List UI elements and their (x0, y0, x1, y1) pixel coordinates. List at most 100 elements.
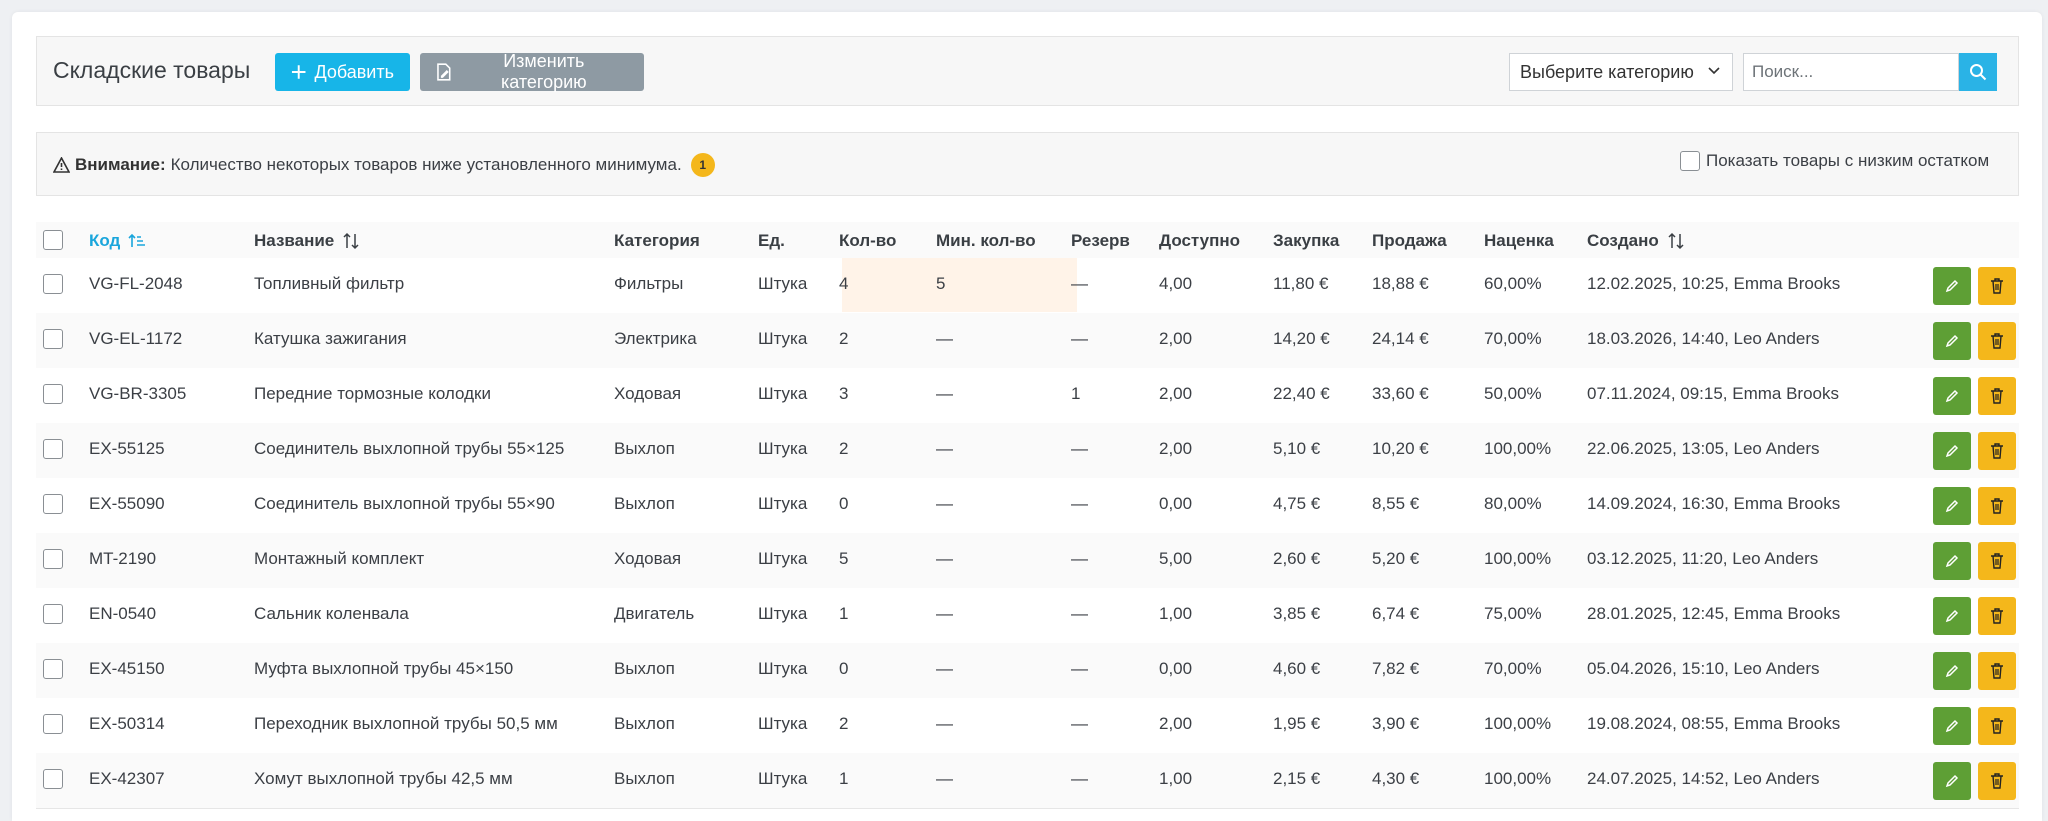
col-min-qty[interactable]: Мин. кол-во (936, 231, 1036, 251)
alert-message: Количество некоторых товаров ниже устано… (170, 155, 682, 174)
edit-button[interactable] (1933, 707, 1971, 745)
table-row[interactable]: VG-BR-3305 Передние тормозные колодки Ходо… (36, 368, 2019, 424)
table-row[interactable]: EX-55125 Соединитель выхлопной трубы 55×1… (36, 423, 2019, 479)
edit-button[interactable] (1933, 267, 1971, 305)
row-checkbox[interactable] (43, 384, 63, 404)
col-purchase[interactable]: Закупка (1273, 231, 1339, 251)
edit-button[interactable] (1933, 377, 1971, 415)
cell-name: Сальник коленвала (254, 604, 409, 623)
col-sale-label: Продажа (1372, 231, 1447, 250)
col-category[interactable]: Категория (614, 231, 700, 251)
table-row[interactable]: EX-45150 Муфта выхлопной трубы 45×150 Выхл… (36, 643, 2019, 699)
col-code[interactable]: Код (89, 231, 146, 251)
select-all-checkbox[interactable] (43, 230, 63, 250)
delete-button[interactable] (1978, 542, 2016, 580)
row-checkbox[interactable] (43, 604, 63, 624)
delete-button[interactable] (1978, 597, 2016, 635)
row-checkbox[interactable] (43, 549, 63, 569)
table-row[interactable]: EX-55090 Соединитель выхлопной трубы 55×9… (36, 478, 2019, 534)
cell-available: 2,00 (1159, 439, 1193, 458)
table-row[interactable]: VG-EL-1172 Катушка зажигания Электрика Штук… (36, 313, 2019, 369)
pencil-icon (1945, 389, 1959, 403)
table-row[interactable]: EX-42307 Хомут выхлопной трубы 42,5 мм Вых… (36, 753, 2019, 809)
cell-qty: 1 (839, 769, 849, 788)
delete-button[interactable] (1978, 377, 2016, 415)
delete-button[interactable] (1978, 267, 2016, 305)
cell-sale: 18,88 € (1372, 274, 1429, 293)
pencil-icon (1945, 609, 1959, 623)
cell-unit: Штука (758, 659, 808, 678)
edit-button[interactable] (1933, 487, 1971, 525)
trash-icon (1991, 443, 2003, 459)
cell-available: 5,00 (1159, 549, 1193, 568)
delete-button[interactable] (1978, 762, 2016, 800)
col-markup[interactable]: Наценка (1484, 231, 1554, 251)
col-unit[interactable]: Ед. (758, 231, 785, 251)
cell-sale: 8,55 € (1372, 494, 1420, 513)
change-category-button[interactable]: Изменить категорию (420, 51, 644, 92)
col-sale[interactable]: Продажа (1372, 231, 1447, 251)
cell-category: Ходовая (614, 384, 682, 403)
table-row[interactable]: VG-FL-2048 Топливный фильтр Фильтры Штука 4 5… (36, 258, 2019, 314)
row-checkbox[interactable] (43, 329, 63, 349)
table-row[interactable]: EN-0540 Сальник коленвала Двигатель Штука 1 —… (36, 588, 2019, 644)
cell-available: 2,00 (1159, 329, 1193, 348)
row-checkbox[interactable] (43, 769, 63, 789)
col-name[interactable]: Название (254, 231, 360, 251)
cell-sale: 24,14 € (1372, 329, 1429, 348)
low-stock-checkbox[interactable] (1680, 151, 1700, 171)
row-checkbox[interactable] (43, 494, 63, 514)
cell-name: Монтажный комплект (254, 549, 425, 568)
col-reserve[interactable]: Резерв (1071, 231, 1130, 251)
cell-unit: Штука (758, 769, 808, 788)
cell-available: 1,00 (1159, 604, 1193, 623)
row-checkbox[interactable] (43, 659, 63, 679)
delete-button[interactable] (1978, 707, 2016, 745)
delete-button[interactable] (1978, 652, 2016, 690)
col-available[interactable]: Доступно (1159, 231, 1240, 251)
cell-markup: 100,00% (1484, 439, 1552, 458)
edit-button[interactable] (1933, 597, 1971, 635)
delete-button[interactable] (1978, 487, 2016, 525)
edit-button[interactable] (1933, 652, 1971, 690)
table-row[interactable]: MT-2190 Монтажный комплект Ходовая Штука 5 — —… (36, 533, 2019, 589)
cell-markup: 70,00% (1484, 329, 1542, 348)
cell-available: 0,00 (1159, 494, 1193, 513)
pencil-icon (1945, 719, 1959, 733)
edit-button[interactable] (1933, 762, 1971, 800)
search-input[interactable] (1743, 53, 1959, 91)
col-qty[interactable]: Кол-во (839, 231, 896, 251)
row-checkbox[interactable] (43, 274, 63, 294)
cell-available: 4,00 (1159, 274, 1193, 293)
cell-qty: 4 (839, 274, 849, 293)
cell-purchase: 11,80 € (1273, 274, 1329, 293)
alert-count-badge: 1 (690, 153, 715, 177)
cell-qty: 5 (839, 549, 849, 568)
cell-code: MT-2190 (89, 549, 157, 568)
table-row[interactable]: EX-50314 Переходник выхлопной трубы 50,5 … (36, 698, 2019, 754)
pencil-icon (1945, 279, 1959, 293)
cell-name: Соединитель выхлопной трубы 55×125 (254, 439, 565, 458)
row-checkbox[interactable] (43, 439, 63, 459)
delete-button[interactable] (1978, 322, 2016, 360)
search-button[interactable] (1959, 53, 1997, 91)
col-created[interactable]: Создано (1587, 231, 1685, 251)
add-button[interactable]: Добавить (275, 53, 410, 91)
search-icon (1970, 64, 1987, 81)
col-name-label: Название (254, 231, 335, 250)
edit-button[interactable] (1933, 432, 1971, 470)
col-markup-label: Наценка (1484, 231, 1554, 250)
cell-code: VG-BR-3305 (89, 384, 187, 403)
cell-markup: 100,00% (1484, 549, 1552, 568)
cell-unit: Штука (758, 439, 808, 458)
cell-qty: 2 (839, 439, 849, 458)
edit-button[interactable] (1933, 542, 1971, 580)
pencil-icon (1945, 664, 1959, 678)
category-select[interactable]: Выберите категорию (1509, 53, 1733, 91)
row-checkbox[interactable] (43, 714, 63, 734)
cell-created: 12.02.2025, 10:25, Emma Brooks (1587, 274, 1841, 293)
edit-button[interactable] (1933, 322, 1971, 360)
cell-sale: 6,74 € (1372, 604, 1420, 623)
delete-button[interactable] (1978, 432, 2016, 470)
low-stock-toggle[interactable]: Показать товары с низким остатком (1680, 151, 1989, 171)
